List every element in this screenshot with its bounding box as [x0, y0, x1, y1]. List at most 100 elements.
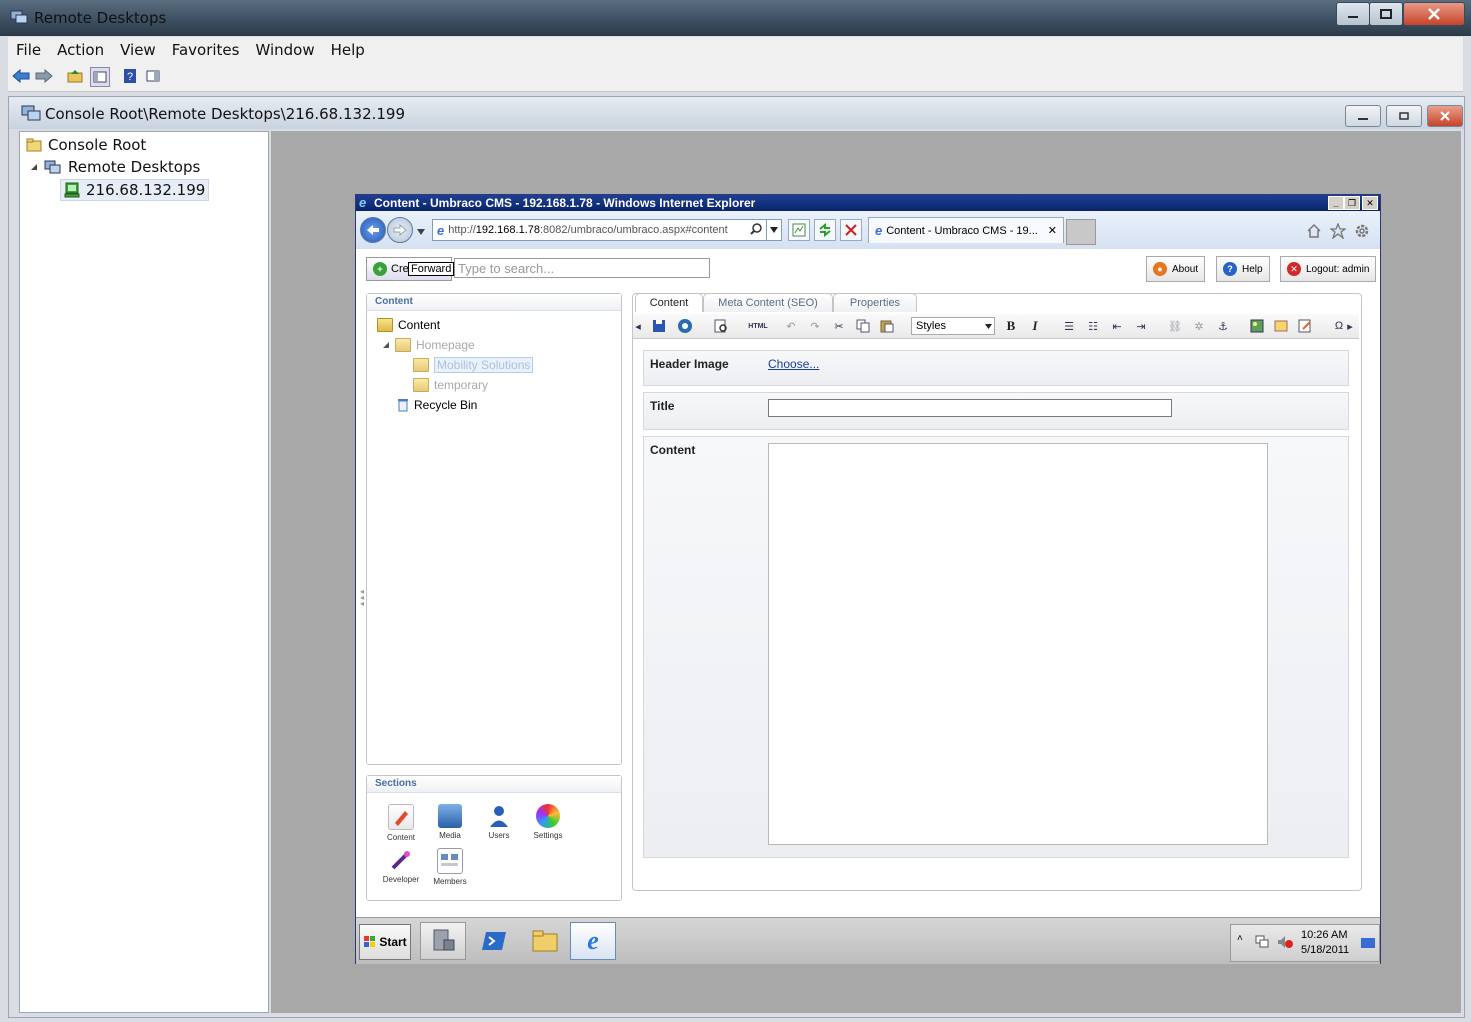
menu-favorites[interactable]: Favorites	[164, 41, 248, 59]
title-input[interactable]	[768, 399, 1172, 417]
new-tab-button[interactable]	[1066, 219, 1096, 245]
section-media[interactable]: Media	[426, 804, 474, 840]
network-icon[interactable]	[1255, 935, 1269, 952]
outdent-icon[interactable]: ⇤	[1109, 318, 1125, 334]
forward-arrow-icon[interactable]	[35, 67, 53, 85]
insert-image-icon[interactable]	[1249, 318, 1265, 334]
unlink-icon[interactable]: ✲	[1191, 318, 1207, 334]
tree-item-host[interactable]: 216.68.132.199	[60, 179, 210, 201]
redo-icon[interactable]: ↷	[807, 318, 823, 334]
bold-icon[interactable]: B	[1003, 318, 1019, 334]
close-button[interactable]	[1403, 2, 1465, 26]
child-close-button[interactable]	[1427, 105, 1463, 127]
server-manager-taskbar-button[interactable]	[420, 922, 466, 960]
back-button[interactable]	[360, 217, 386, 243]
refresh-button[interactable]	[814, 219, 836, 241]
expand-triangle-icon[interactable]	[30, 163, 38, 171]
home-icon[interactable]	[1306, 223, 1322, 244]
favorites-star-icon[interactable]	[1329, 222, 1347, 244]
tab-meta-content-seo[interactable]: Meta Content (SEO)	[703, 293, 833, 312]
menu-action[interactable]: Action	[49, 41, 112, 59]
section-users[interactable]: Users	[475, 804, 523, 840]
copy-icon[interactable]	[855, 318, 871, 334]
toolbar-scroll-right-icon[interactable]: ▸	[1345, 318, 1355, 334]
child-minimize-button[interactable]	[1345, 105, 1381, 127]
tree-node-homepage[interactable]: Homepage	[383, 338, 475, 352]
tab-properties[interactable]: Properties	[833, 293, 917, 312]
ie-tab-content[interactable]: e Content - Umbraco CMS - 19... ✕	[868, 217, 1064, 243]
child-titlebar[interactable]: Console Root\Remote Desktops\216.68.132.…	[9, 97, 1464, 129]
show-hide-tree-icon[interactable]	[90, 67, 110, 87]
search-input[interactable]: Type to search...	[454, 258, 710, 278]
paste-icon[interactable]	[879, 318, 895, 334]
section-members[interactable]: Members	[426, 848, 474, 886]
tree-node-mobility-solutions[interactable]: Mobility Solutions	[413, 357, 534, 373]
numbered-list-icon[interactable]: ☷	[1085, 318, 1101, 334]
section-settings[interactable]: Settings	[524, 804, 572, 840]
save-icon[interactable]	[651, 318, 667, 334]
ie-titlebar[interactable]: e Content - Umbraco CMS - 192.168.1.78 -…	[356, 195, 1380, 211]
menu-window[interactable]: Window	[247, 41, 322, 59]
show-desktop-icon[interactable]	[1361, 937, 1375, 951]
toolbar-scroll-left-icon[interactable]: ◂	[633, 318, 643, 334]
show-hidden-icons-chevron-icon[interactable]: ˄	[1237, 933, 1243, 944]
about-button[interactable]: ● About	[1146, 256, 1206, 282]
recent-pages-dropdown-icon[interactable]	[416, 225, 426, 239]
address-dropdown-icon[interactable]	[766, 220, 781, 240]
ie-close-button[interactable]: ✕	[1362, 196, 1378, 210]
start-button[interactable]: Start	[359, 924, 411, 960]
tree-node-content[interactable]: Content	[377, 318, 440, 332]
menu-help[interactable]: Help	[323, 41, 373, 59]
rich-text-editor[interactable]	[768, 443, 1268, 845]
maximize-button[interactable]	[1369, 2, 1403, 26]
preview-icon[interactable]	[713, 318, 729, 334]
back-arrow-icon[interactable]	[12, 67, 30, 85]
insert-form-icon[interactable]	[1297, 318, 1313, 334]
cut-icon[interactable]: ✂	[831, 318, 847, 334]
save-and-publish-icon[interactable]	[677, 318, 693, 334]
expand-triangle-icon[interactable]	[383, 341, 390, 349]
link-icon[interactable]: ⛓	[1167, 318, 1183, 334]
clock-date[interactable]: 5/18/2011	[1301, 944, 1349, 956]
tree-item-console-root[interactable]: Console Root	[26, 136, 146, 154]
splitter-handle[interactable]: ◂ ◂ ◂	[360, 588, 364, 613]
ie-restore-button[interactable]: ❐	[1344, 196, 1360, 210]
section-developer[interactable]: Developer	[377, 848, 425, 884]
indent-icon[interactable]: ⇥	[1133, 318, 1149, 334]
menu-file[interactable]: File	[8, 41, 49, 59]
child-restore-button[interactable]	[1386, 105, 1422, 127]
menu-view[interactable]: View	[112, 41, 164, 59]
choose-link[interactable]: Choose...	[768, 357, 819, 371]
powershell-taskbar-button[interactable]	[471, 922, 517, 960]
anchor-icon[interactable]: ⚓	[1215, 318, 1231, 334]
explorer-taskbar-button[interactable]	[522, 922, 568, 960]
section-content[interactable]: Content	[377, 804, 425, 842]
minimize-button[interactable]	[1336, 2, 1370, 26]
tools-gear-icon[interactable]	[1354, 223, 1370, 244]
tree-node-recycle-bin[interactable]: Recycle Bin	[397, 398, 477, 412]
insert-macro-icon[interactable]	[1273, 318, 1289, 334]
up-folder-icon[interactable]	[66, 67, 84, 85]
ie-taskbar-button[interactable]: e	[570, 922, 616, 960]
logout-button[interactable]: ✕ Logout: admin	[1280, 256, 1377, 282]
help-button[interactable]: ? Help	[1216, 256, 1270, 282]
help-icon[interactable]: ?	[121, 67, 139, 85]
ie-minimize-button[interactable]: _	[1328, 196, 1344, 210]
undo-icon[interactable]: ↶	[783, 318, 799, 334]
bullet-list-icon[interactable]: ☰	[1061, 318, 1077, 334]
tree-item-remote-desktops[interactable]: Remote Desktops	[30, 158, 200, 176]
stop-button[interactable]	[840, 219, 862, 241]
tab-close-icon[interactable]: ✕	[1048, 224, 1057, 237]
clock-time[interactable]: 10:26 AM	[1301, 929, 1347, 941]
compatibility-view-button[interactable]	[788, 219, 810, 241]
address-bar[interactable]: e http:// 192.168.1.78 :8082/umbraco/umb…	[432, 219, 782, 241]
tab-content[interactable]: Content	[635, 293, 703, 312]
search-icon[interactable]	[750, 222, 762, 238]
properties-pane-icon[interactable]	[144, 67, 162, 85]
volume-muted-icon[interactable]	[1277, 935, 1293, 952]
html-source-button[interactable]: HTML	[745, 318, 771, 334]
window-titlebar[interactable]: Remote Desktops	[0, 0, 1471, 36]
styles-dropdown[interactable]: Styles	[911, 317, 995, 335]
italic-icon[interactable]: I	[1027, 318, 1043, 334]
tree-node-temporary[interactable]: temporary	[413, 378, 488, 392]
